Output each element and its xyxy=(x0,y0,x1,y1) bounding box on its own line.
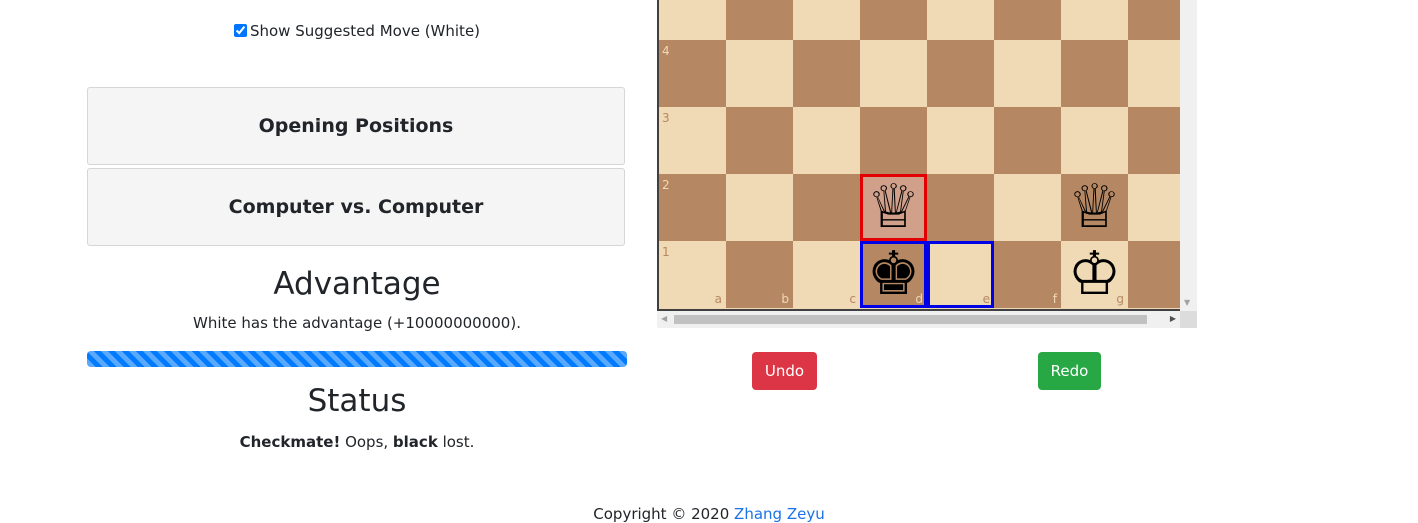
status-text: Checkmate! Oops, black lost. xyxy=(0,433,714,451)
square-e5[interactable] xyxy=(927,0,994,40)
horizontal-scroll-thumb[interactable] xyxy=(674,315,1147,324)
square-c4[interactable] xyxy=(793,40,860,107)
square-h4[interactable] xyxy=(1128,40,1180,107)
rank-label-3: 3 xyxy=(662,111,670,125)
footer-author-link[interactable]: Zhang Zeyu xyxy=(734,505,825,523)
status-title: Status xyxy=(307,383,407,419)
square-e1[interactable]: e xyxy=(927,241,994,308)
square-c1[interactable]: c xyxy=(793,241,860,308)
opening-positions-button[interactable]: Opening Positions xyxy=(87,87,625,165)
black-king-icon[interactable]: ♚ xyxy=(860,241,927,308)
square-a3[interactable]: 3 xyxy=(659,107,726,174)
rank-label-2: 2 xyxy=(662,178,670,192)
square-f5[interactable] xyxy=(994,0,1061,40)
status-lost: lost. xyxy=(437,433,475,451)
rank-label-1: 1 xyxy=(662,245,670,259)
square-g5[interactable] xyxy=(1061,0,1128,40)
file-label-f: f xyxy=(1052,292,1057,306)
suggested-move-checkbox[interactable] xyxy=(233,24,247,37)
square-d4[interactable] xyxy=(860,40,927,107)
rank-label-4: 4 xyxy=(662,44,670,58)
suggested-move-option: Show Suggested Move (White) xyxy=(0,22,714,40)
square-d2[interactable]: ♕ xyxy=(860,174,927,241)
square-c3[interactable] xyxy=(793,107,860,174)
square-b4[interactable] xyxy=(726,40,793,107)
square-e3[interactable] xyxy=(927,107,994,174)
scroll-left-icon[interactable]: ◀ xyxy=(661,314,667,323)
square-d5[interactable] xyxy=(860,0,927,40)
scroll-right-icon[interactable]: ▶ xyxy=(1170,314,1176,323)
square-b3[interactable] xyxy=(726,107,793,174)
file-label-e: e xyxy=(982,292,990,306)
vertical-scrollbar[interactable]: ▼ xyxy=(1180,0,1197,311)
undo-button[interactable]: Undo xyxy=(752,352,817,390)
square-g3[interactable] xyxy=(1061,107,1128,174)
square-b1[interactable]: b xyxy=(726,241,793,308)
chessboard-container: 4 3 2 ♕ ♕ 1 a b c d ♚ e f g ♔ ▼ ◀ ▶ xyxy=(657,0,1197,328)
square-f4[interactable] xyxy=(994,40,1061,107)
square-h5[interactable] xyxy=(1128,0,1180,40)
footer-copyright: Copyright © 2020 xyxy=(593,505,735,523)
advantage-bar xyxy=(87,351,627,367)
scrollbar-corner xyxy=(1180,311,1197,328)
square-f1[interactable]: f xyxy=(994,241,1061,308)
status-oops: Oops, xyxy=(340,433,393,451)
square-d1[interactable]: d ♚ xyxy=(860,241,927,308)
footer: Copyright © 2020 Zhang Zeyu xyxy=(0,505,1418,523)
square-e4[interactable] xyxy=(927,40,994,107)
computer-vs-computer-button[interactable]: Computer vs. Computer xyxy=(87,168,625,246)
square-a1[interactable]: 1a xyxy=(659,241,726,308)
advantage-bar-fill xyxy=(87,351,627,367)
square-h2[interactable] xyxy=(1128,174,1180,241)
file-label-c: c xyxy=(849,292,856,306)
opening-positions-label: Opening Positions xyxy=(258,115,454,137)
white-king-icon[interactable]: ♔ xyxy=(1061,241,1128,308)
square-b2[interactable] xyxy=(726,174,793,241)
horizontal-scrollbar[interactable]: ◀ ▶ xyxy=(657,311,1180,328)
square-a5[interactable] xyxy=(659,0,726,40)
square-c2[interactable] xyxy=(793,174,860,241)
square-c5[interactable] xyxy=(793,0,860,40)
file-label-a: a xyxy=(714,292,722,306)
square-d3[interactable] xyxy=(860,107,927,174)
square-h3[interactable] xyxy=(1128,107,1180,174)
advantage-title: Advantage xyxy=(273,266,441,302)
scroll-down-icon[interactable]: ▼ xyxy=(1184,298,1190,307)
suggested-move-label: Show Suggested Move (White) xyxy=(249,22,481,40)
square-b5[interactable] xyxy=(726,0,793,40)
square-g1[interactable]: g ♔ xyxy=(1061,241,1128,308)
white-queen-icon[interactable]: ♕ xyxy=(1061,174,1128,241)
board-border xyxy=(657,0,659,311)
square-h1[interactable] xyxy=(1128,241,1180,308)
square-g4[interactable] xyxy=(1061,40,1128,107)
status-loser: black xyxy=(392,433,438,451)
status-checkmate: Checkmate! xyxy=(239,433,341,451)
square-e2[interactable] xyxy=(927,174,994,241)
square-g2[interactable]: ♕ xyxy=(1061,174,1128,241)
computer-vs-computer-label: Computer vs. Computer xyxy=(228,196,484,218)
file-label-b: b xyxy=(781,292,789,306)
square-a4[interactable]: 4 xyxy=(659,40,726,107)
left-panel: Show Suggested Move (White) Opening Posi… xyxy=(0,0,714,515)
redo-button[interactable]: Redo xyxy=(1038,352,1101,390)
white-queen-icon[interactable]: ♕ xyxy=(860,174,927,241)
chessboard-viewport[interactable]: 4 3 2 ♕ ♕ 1 a b c d ♚ e f g ♔ xyxy=(657,0,1180,311)
square-a2[interactable]: 2 xyxy=(659,174,726,241)
advantage-text: White has the advantage (+10000000000). xyxy=(193,314,521,332)
square-f2[interactable] xyxy=(994,174,1061,241)
square-f3[interactable] xyxy=(994,107,1061,174)
